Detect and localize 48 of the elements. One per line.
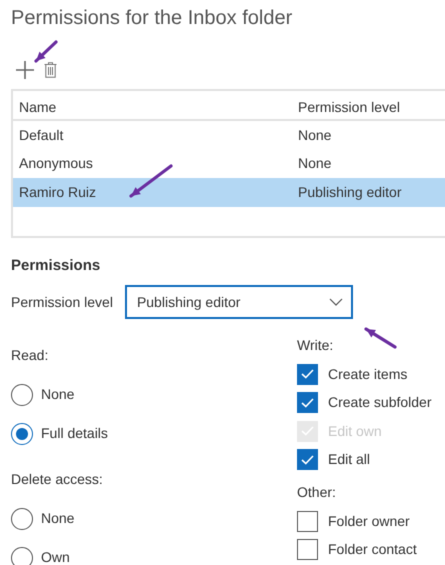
checkbox-label: Create subfolder <box>328 393 432 412</box>
table-cell-text: None <box>298 126 332 145</box>
table-row[interactable]: Anonymous None <box>13 150 445 178</box>
checkbox[interactable] <box>297 539 318 560</box>
field-label: Permission level <box>11 292 113 312</box>
group-label: Read: <box>11 346 48 365</box>
checkbox-label: Edit own <box>328 422 382 441</box>
table-cell-text: Publishing editor <box>298 182 402 202</box>
radio-option[interactable]: Full details <box>11 414 108 453</box>
checkmark-icon <box>301 398 314 408</box>
radio-option[interactable]: None <box>11 499 74 538</box>
table-row[interactable]: Ramiro Ruiz Publishing editor <box>13 178 445 206</box>
checkbox[interactable] <box>297 392 318 414</box>
checkbox[interactable] <box>297 364 318 385</box>
checkbox[interactable] <box>297 449 318 470</box>
page-title: Permissions for the Inbox folder <box>11 6 294 31</box>
table-cell-text: Anonymous <box>18 154 94 174</box>
radio-option[interactable]: Own <box>11 538 70 565</box>
radio-label: None <box>41 509 74 528</box>
radio-label: Own <box>41 548 70 565</box>
checkbox-label: Edit all <box>328 450 370 470</box>
table-cell-text: Ramiro Ruiz <box>18 182 98 202</box>
permission-level-dropdown[interactable]: Publishing editor <box>124 285 353 319</box>
radio-label: None <box>41 385 74 404</box>
table-cell-text: Default <box>18 126 64 145</box>
radio-label: Full details <box>41 424 108 443</box>
table-row[interactable]: Default None <box>13 121 445 150</box>
radio-option[interactable]: None <box>11 375 74 414</box>
checkmark-icon <box>301 454 314 465</box>
section-heading: Permissions <box>11 256 102 276</box>
table-cell-text: None <box>298 154 332 174</box>
chevron-down-icon <box>328 298 343 306</box>
checkbox[interactable] <box>297 510 318 532</box>
radio-button[interactable] <box>11 546 33 565</box>
group-label: Delete access: <box>11 470 103 489</box>
checkbox-label: Create items <box>328 364 408 384</box>
checkmark-icon <box>301 369 314 380</box>
group-label: Other: <box>297 483 336 502</box>
column-header: Name <box>18 98 58 116</box>
radio-button[interactable] <box>11 422 33 444</box>
delete-icon[interactable] <box>44 62 57 78</box>
group-label: Write: <box>297 336 334 355</box>
checkbox-label: Folder contact <box>328 540 417 560</box>
radio-button[interactable] <box>11 508 33 530</box>
column-header: Permission level <box>298 98 400 116</box>
radio-button[interactable] <box>11 384 33 406</box>
add-icon[interactable] <box>16 61 34 79</box>
checkbox-label: Folder owner <box>328 512 410 531</box>
